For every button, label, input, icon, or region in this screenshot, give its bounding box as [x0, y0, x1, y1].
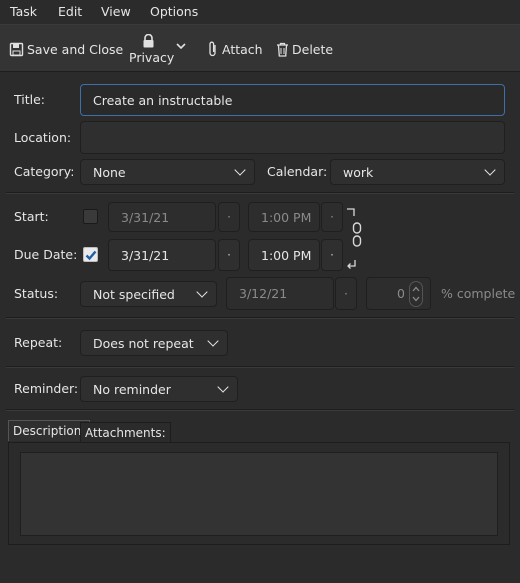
due-time-picker-button[interactable]: ·	[321, 239, 343, 271]
reminder-label: Reminder:	[14, 381, 79, 396]
start-time-picker-button[interactable]: ·	[321, 202, 343, 232]
repeat-select[interactable]: Does not repeat	[80, 330, 228, 356]
description-panel	[8, 442, 510, 545]
link-bracket-top-icon	[346, 206, 356, 221]
start-date-picker-button[interactable]: ·	[218, 202, 240, 232]
start-date-value: 3/31/21	[121, 209, 170, 225]
due-date-label: Due Date:	[14, 247, 78, 262]
completed-date-value: 3/12/21	[239, 286, 288, 301]
completed-date-input[interactable]: 3/12/21	[226, 277, 334, 310]
start-label: Start:	[14, 209, 49, 224]
title-value: Create an instructable	[93, 92, 233, 108]
title-input[interactable]: Create an instructable	[80, 84, 505, 116]
start-checkbox[interactable]	[83, 209, 98, 224]
start-date-input[interactable]: 3/31/21	[108, 202, 216, 232]
checkmark-icon	[85, 250, 97, 261]
menu-task[interactable]: Task	[10, 4, 37, 20]
due-time-value: 1:00 PM	[261, 247, 312, 263]
chevron-down-icon	[234, 164, 246, 176]
title-label: Title:	[14, 92, 45, 107]
chevron-down-icon	[176, 38, 186, 53]
status-select[interactable]: Not specified	[80, 281, 217, 307]
category-value: None	[93, 164, 126, 180]
save-and-close-label: Save and Close	[27, 41, 124, 57]
completed-date-picker-button[interactable]: ·	[335, 277, 357, 310]
save-and-close-button[interactable]: Save and Close	[9, 25, 123, 73]
repeat-label: Repeat:	[14, 335, 63, 350]
calendar-label: Calendar:	[267, 164, 328, 179]
chevron-down-icon	[196, 286, 208, 298]
menu-edit[interactable]: Edit	[58, 4, 82, 20]
category-select[interactable]: None	[80, 159, 255, 185]
status-value: Not specified	[93, 286, 175, 302]
status-label: Status:	[14, 286, 59, 301]
delete-button[interactable]: Delete	[276, 25, 333, 73]
chain-link-icon[interactable]	[352, 222, 362, 251]
privacy-label: Privacy	[129, 50, 175, 65]
save-icon	[9, 42, 24, 57]
percent-value: 0	[397, 286, 405, 301]
tab-attachments[interactable]: Attachments:	[80, 422, 171, 443]
due-date-picker-button[interactable]: ·	[218, 239, 240, 271]
separator	[6, 409, 514, 411]
menu-view[interactable]: View	[101, 4, 131, 20]
separator	[6, 317, 514, 319]
calendar-value: work	[343, 164, 374, 180]
repeat-value: Does not repeat	[93, 335, 194, 351]
calendar-select[interactable]: work	[330, 159, 505, 185]
tab-description[interactable]: Description:	[8, 420, 91, 441]
percent-complete-spinner[interactable]: 0	[366, 277, 431, 310]
location-input[interactable]	[80, 121, 505, 154]
start-time-input[interactable]: 1:00 PM	[248, 202, 320, 232]
trash-icon	[276, 42, 289, 57]
link-bracket-bottom-icon	[346, 257, 358, 272]
percent-complete-label: % complete	[441, 286, 516, 301]
reminder-select[interactable]: No reminder	[80, 376, 238, 402]
category-label: Category:	[14, 164, 75, 179]
start-time-value: 1:00 PM	[261, 209, 312, 225]
reminder-value: No reminder	[93, 381, 171, 397]
chevron-down-icon	[484, 164, 496, 176]
privacy-button[interactable]: Privacy	[128, 33, 188, 69]
paperclip-icon	[208, 41, 218, 57]
menu-options[interactable]: Options	[150, 4, 198, 20]
separator	[6, 192, 514, 194]
due-date-input[interactable]: 3/31/21	[108, 239, 216, 271]
separator	[6, 366, 514, 368]
chevron-down-icon	[217, 381, 229, 393]
due-date-value: 3/31/21	[121, 247, 170, 263]
attach-button[interactable]: Attach	[208, 25, 263, 73]
spinner-arrows-icon[interactable]	[409, 281, 423, 307]
attach-label: Attach	[222, 41, 263, 57]
description-textarea[interactable]	[20, 452, 498, 536]
due-date-checkbox[interactable]	[83, 247, 98, 262]
toolbar: Save and Close Privacy Attach Delete	[0, 24, 520, 72]
chevron-down-icon	[207, 335, 219, 347]
location-label: Location:	[14, 130, 72, 145]
menu-bar: Task Edit View Options	[0, 0, 520, 24]
lock-icon	[142, 33, 155, 51]
delete-label: Delete	[292, 41, 334, 57]
due-time-input[interactable]: 1:00 PM	[248, 239, 320, 271]
